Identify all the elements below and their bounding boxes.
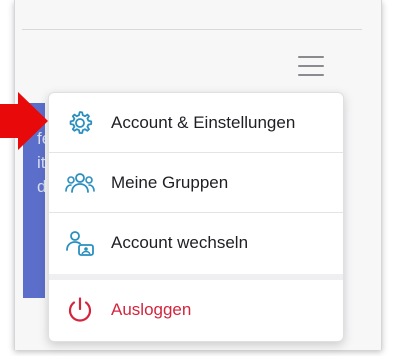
hamburger-menu-icon[interactable] bbox=[298, 56, 324, 76]
menu-item-account-settings[interactable]: Account & Einstellungen bbox=[49, 93, 343, 152]
group-icon bbox=[65, 168, 95, 198]
account-dropdown-menu: Account & Einstellungen Meine Gruppen Ac… bbox=[48, 92, 344, 342]
logout-label: Ausloggen bbox=[111, 299, 192, 319]
menu-item-label: Account & Einstellungen bbox=[111, 112, 296, 132]
background-panel-text: it bbox=[37, 153, 45, 172]
switch-account-icon bbox=[65, 228, 95, 258]
power-icon bbox=[65, 295, 95, 325]
menu-item-switch-account[interactable]: Account wechseln bbox=[49, 213, 343, 272]
menu-item-label: Meine Gruppen bbox=[111, 172, 229, 192]
menu-item-label: Account wechseln bbox=[111, 232, 249, 252]
background-panel-text: d bbox=[37, 177, 45, 196]
logout-button[interactable]: Ausloggen bbox=[49, 280, 343, 339]
gear-icon bbox=[65, 108, 95, 138]
menu-item-my-groups[interactable]: Meine Gruppen bbox=[49, 153, 343, 212]
header-divider bbox=[22, 29, 362, 30]
red-arrow-annotation bbox=[0, 92, 48, 150]
